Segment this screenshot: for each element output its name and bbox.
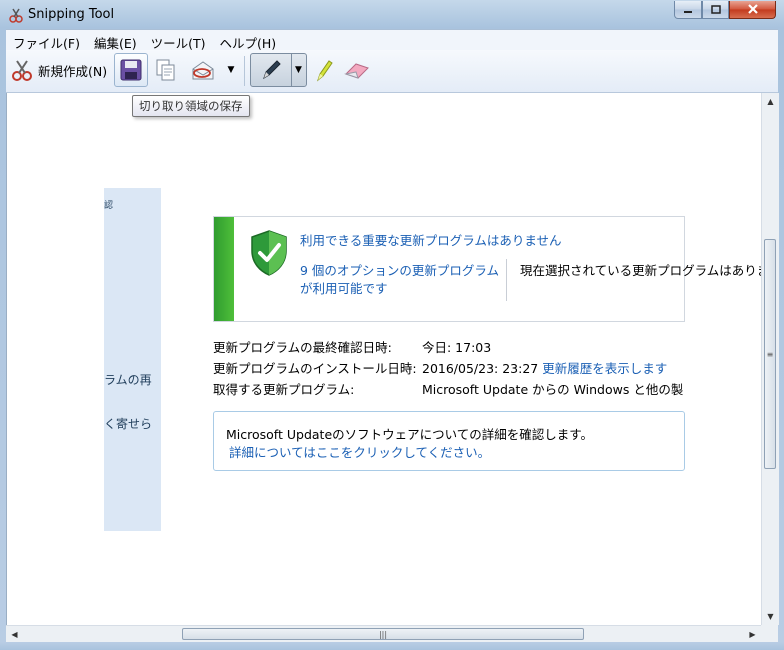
info-value: 今日: 17:03 xyxy=(422,340,492,355)
info-label: 更新プログラムのインストール日時: xyxy=(213,361,417,376)
scroll-right-button[interactable]: ▶ xyxy=(744,626,761,643)
new-snip-button[interactable]: 新規作成(N) xyxy=(10,56,107,84)
left-panel-text: く寄せら xyxy=(104,417,153,431)
menu-tools[interactable]: ツール(T) xyxy=(144,30,213,51)
toolbar-separator xyxy=(244,56,245,86)
scroll-down-button[interactable]: ▼ xyxy=(762,608,779,625)
grip-icon: ≡ xyxy=(766,349,774,359)
pen-tool-button[interactable]: ▼ xyxy=(250,53,307,87)
close-icon xyxy=(747,4,758,14)
no-important-updates-link[interactable]: 利用できる重要な更新プログラムはありません xyxy=(300,230,562,249)
chevron-down-icon: ▼ xyxy=(227,65,235,75)
envelope-icon xyxy=(192,61,214,80)
scrollbar-corner xyxy=(761,625,778,642)
scissors-icon xyxy=(12,60,32,81)
selected-updates-text: 現在選択されている更新プログラムはありません。 xyxy=(520,263,762,278)
minimize-button[interactable] xyxy=(674,1,702,19)
snip-canvas[interactable]: 認 ラムの再 く寄せら 利用できる重要な更新プログラムはありません 9 個のオプ… xyxy=(6,93,762,625)
vertical-scrollbar[interactable]: ▲ ≡ ▼ xyxy=(761,93,779,625)
info-value: 2016/05/23: 23:27 更新履歴を表示します xyxy=(422,358,667,377)
left-panel-text: ラムの再 xyxy=(104,373,152,387)
floppy-disk-icon xyxy=(120,59,142,81)
snipping-tool-window: Snipping Tool ファイル(F) 編集(E) ツール(T) ヘルプ(H… xyxy=(0,0,784,650)
copy-button[interactable] xyxy=(152,56,180,84)
update-history-link[interactable]: 更新履歴を表示します xyxy=(542,361,667,376)
menu-bar: ファイル(F) 編集(E) ツール(T) ヘルプ(H) xyxy=(6,29,778,51)
microsoft-update-detail-box: Microsoft Updateのソフトウェアについての詳細を確認します。 詳細… xyxy=(213,411,685,471)
maximize-icon xyxy=(710,5,721,14)
pen-dropdown-arrow[interactable]: ▼ xyxy=(291,54,306,86)
maximize-button[interactable] xyxy=(702,1,729,19)
copy-icon xyxy=(156,59,175,81)
pen-tool-main[interactable] xyxy=(251,54,292,86)
new-snip-label: 新規作成(N) xyxy=(38,63,108,79)
left-panel-text: 認 xyxy=(104,201,114,211)
save-tooltip: 切り取り領域の保存 xyxy=(132,95,250,117)
title-bar[interactable]: Snipping Tool xyxy=(0,0,784,30)
scissors-app-icon xyxy=(9,8,23,23)
chevron-left-icon: ◀ xyxy=(11,630,18,639)
send-snip-button[interactable] xyxy=(188,56,218,84)
scroll-left-button[interactable]: ◀ xyxy=(6,626,23,643)
chevron-down-icon: ▼ xyxy=(295,65,302,75)
window-title: Snipping Tool xyxy=(28,7,115,22)
horizontal-scrollbar[interactable]: ◀ ||| ▶ xyxy=(6,625,761,643)
grip-icon: ||| xyxy=(378,629,388,639)
horizontal-scroll-thumb[interactable]: ||| xyxy=(182,628,584,640)
eraser-icon xyxy=(344,63,369,79)
eraser-button[interactable] xyxy=(342,56,372,84)
send-dropdown-arrow[interactable]: ▼ xyxy=(224,60,238,80)
window-frame-bottom xyxy=(0,642,784,650)
shield-check-icon xyxy=(251,230,287,276)
pen-icon xyxy=(263,60,281,80)
highlighter-icon xyxy=(316,60,333,82)
minimize-icon xyxy=(684,10,692,13)
captured-left-panel: 認 ラムの再 く寄せら xyxy=(104,188,161,531)
highlighter-button[interactable] xyxy=(312,56,336,84)
chevron-down-icon: ▼ xyxy=(767,612,774,621)
install-date: 2016/05/23: 23:27 xyxy=(422,361,539,376)
optional-updates-link[interactable]: 9 個のオプションの更新プログラムが利用可能です xyxy=(300,262,500,298)
chevron-up-icon: ▲ xyxy=(767,97,774,106)
update-status-box: 利用できる重要な更新プログラムはありません 9 個のオプションの更新プログラムが… xyxy=(213,216,762,322)
scroll-up-button[interactable]: ▲ xyxy=(762,93,779,110)
status-divider xyxy=(506,259,507,301)
info-label: 更新プログラムの最終確認日時: xyxy=(213,340,392,355)
save-snip-button[interactable] xyxy=(114,53,148,87)
status-green-bar xyxy=(214,217,234,321)
chevron-right-icon: ▶ xyxy=(749,630,756,639)
menu-help[interactable]: ヘルプ(H) xyxy=(213,30,284,51)
toolbar: 新規作成(N) ▼ ▼ xyxy=(6,50,778,93)
detail-text: Microsoft Updateのソフトウェアについての詳細を確認します。 xyxy=(226,427,594,442)
close-button[interactable] xyxy=(729,1,776,19)
detail-link[interactable]: 詳細についてはここをクリックしてください。 xyxy=(229,442,490,461)
menu-file[interactable]: ファイル(F) xyxy=(6,30,87,51)
vertical-scroll-thumb[interactable]: ≡ xyxy=(764,239,776,469)
info-value: Microsoft Update からの Windows と他の製 xyxy=(422,382,684,397)
menu-edit[interactable]: 編集(E) xyxy=(87,30,144,51)
info-label: 取得する更新プログラム: xyxy=(213,382,355,397)
